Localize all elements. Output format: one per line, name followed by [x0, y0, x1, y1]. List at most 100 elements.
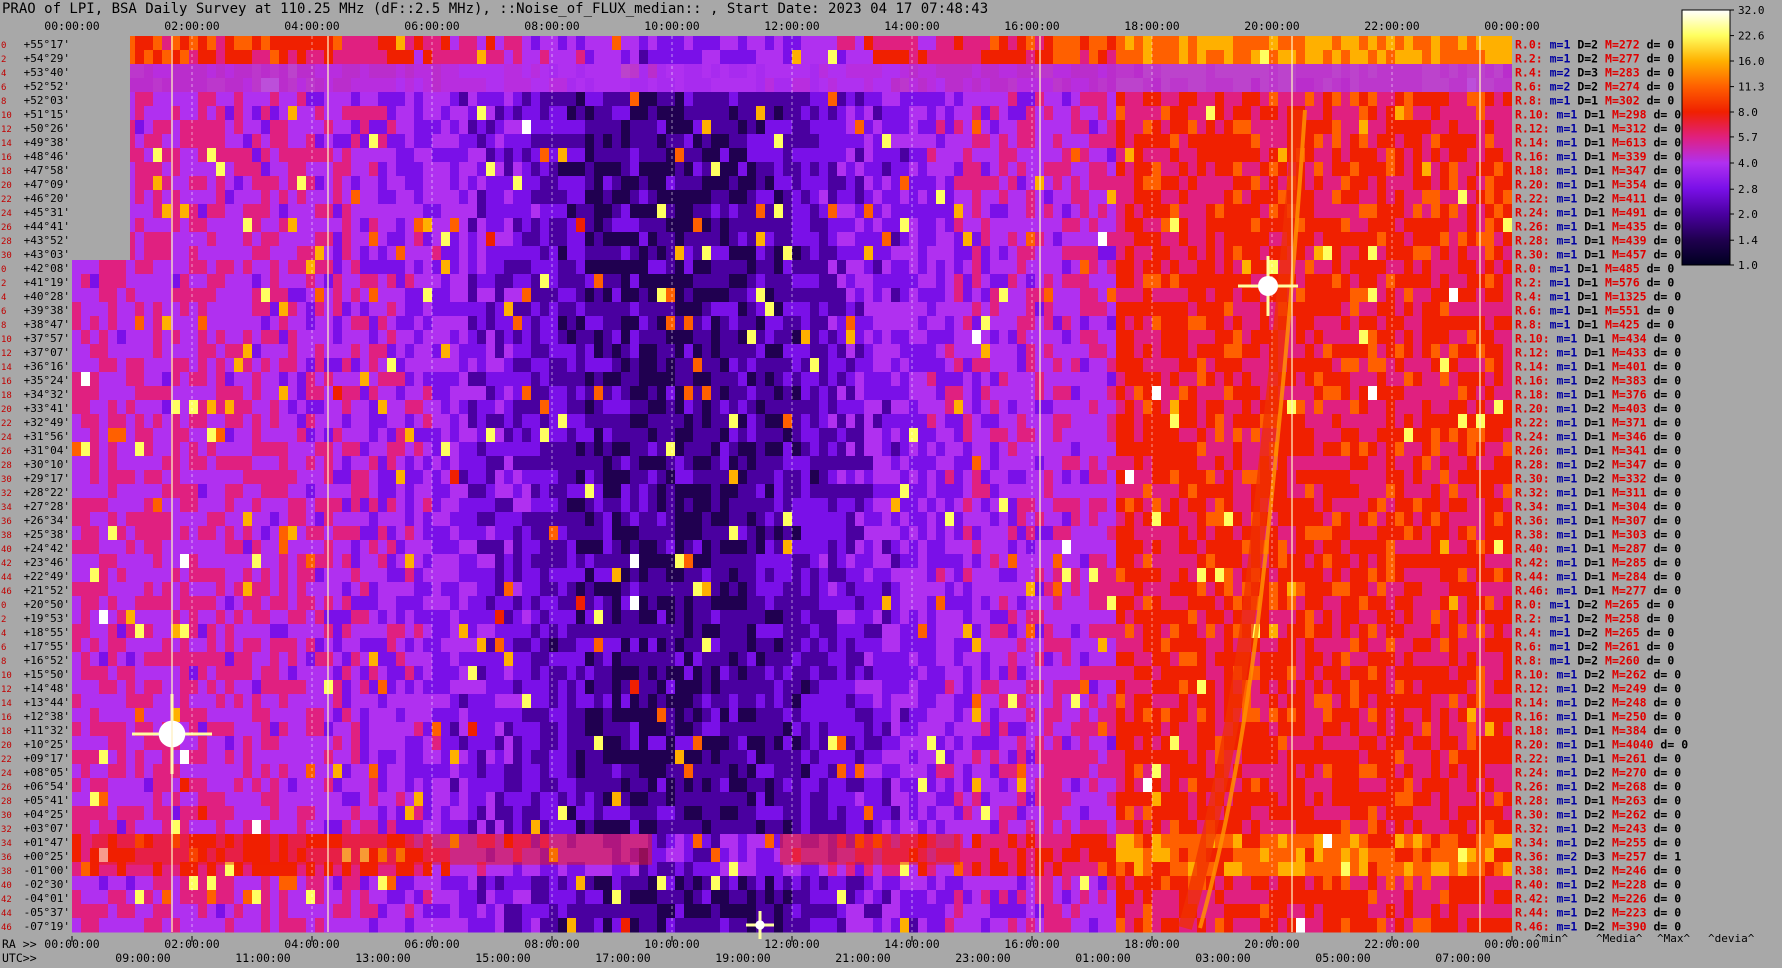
- stat-row: R.42: m=1 D=1 M=285 d= 0: [1515, 556, 1681, 570]
- declination-label: +28°22': [24, 486, 70, 499]
- declination-label: -07°19': [24, 920, 70, 933]
- colorbar-tick: 1.0: [1738, 259, 1758, 272]
- declination-label: +09°17': [24, 752, 70, 765]
- declination-label: -01°00': [24, 864, 70, 877]
- beam-number: 32: [1, 825, 12, 835]
- stat-row: R.28: m=1 D=2 M=347 d= 0: [1515, 458, 1681, 472]
- declination-label: +06°54': [24, 780, 70, 793]
- declination-label: +46°20': [24, 192, 70, 205]
- beam-number: 24: [1, 209, 12, 219]
- stat-row: R.40: m=1 D=1 M=287 d= 0: [1515, 542, 1681, 556]
- beam-number: 4: [1, 629, 6, 639]
- beam-number: 40: [1, 545, 12, 555]
- bright-band-equator-left: [92, 834, 652, 865]
- declination-label: +52°03': [24, 94, 70, 107]
- declination-label: +52°52': [24, 80, 70, 93]
- stat-row: R.4: m=1 D=1 M=1325 d= 0: [1515, 290, 1681, 304]
- declination-label: +41°19': [24, 276, 70, 289]
- beam-number: 20: [1, 405, 12, 415]
- beam-number: 34: [1, 503, 12, 513]
- beam-number: 6: [1, 643, 6, 653]
- declination-label: +17°55': [24, 640, 70, 653]
- beam-number: 34: [1, 839, 12, 849]
- declination-label: +43°03': [24, 248, 70, 261]
- utc-prefix: UTC>>: [2, 951, 37, 965]
- beam-number: 26: [1, 447, 12, 457]
- declination-label: +37°07': [24, 346, 70, 359]
- x-tick-top: 16:00:00: [1004, 19, 1059, 33]
- utc-tick: 13:00:00: [355, 951, 410, 965]
- declination-label: +36°16': [24, 360, 70, 373]
- colorbar-tick: 4.0: [1738, 157, 1758, 170]
- declination-label: +01°47': [24, 836, 70, 849]
- beam-number: 0: [1, 41, 6, 51]
- beam-number: 28: [1, 461, 12, 471]
- x-tick-top: 00:00:00: [44, 19, 99, 33]
- ra-prefix: RA >>: [2, 937, 37, 951]
- stat-row: R.22: m=1 D=1 M=261 d= 0: [1515, 752, 1681, 766]
- declination-label: +14°48': [24, 682, 70, 695]
- beam-number: 18: [1, 167, 12, 177]
- beam-number: 30: [1, 811, 12, 821]
- stat-row: R.24: m=1 D=1 M=491 d= 0: [1515, 206, 1681, 220]
- beam-number: 44: [1, 573, 12, 583]
- x-tick-top: 08:00:00: [524, 19, 579, 33]
- declination-label: -05°37': [24, 906, 70, 919]
- x-tick-top: 18:00:00: [1124, 19, 1179, 33]
- declination-label: +24°42': [24, 542, 70, 555]
- stat-row: R.12: m=1 D=1 M=433 d= 0: [1515, 346, 1681, 360]
- declination-label: +21°52': [24, 584, 70, 597]
- beam-number: 32: [1, 489, 12, 499]
- beam-number: 40: [1, 881, 12, 891]
- stat-row: R.16: m=1 D=2 M=383 d= 0: [1515, 374, 1681, 388]
- beam-number: 8: [1, 657, 6, 667]
- utc-tick: 19:00:00: [715, 951, 770, 965]
- beam-number: 46: [1, 587, 12, 597]
- beam-number: 0: [1, 265, 6, 275]
- stat-row: R.44: m=1 D=1 M=284 d= 0: [1515, 570, 1681, 584]
- declination-label: -04°01': [24, 892, 70, 905]
- x-tick-top: 02:00:00: [164, 19, 219, 33]
- declination-label: +19°53': [24, 612, 70, 625]
- beam-number: 2: [1, 615, 6, 625]
- stat-row: R.8: m=1 D=1 M=302 d= 0: [1515, 94, 1674, 108]
- stat-row: R.0: m=1 D=2 M=265 d= 0: [1515, 598, 1674, 612]
- stat-row: R.8: m=1 D=2 M=260 d= 0: [1515, 654, 1674, 668]
- utc-tick: 03:00:00: [1195, 951, 1250, 965]
- stat-row: R.36: m=1 D=1 M=307 d= 0: [1515, 514, 1681, 528]
- beam-number: 20: [1, 181, 12, 191]
- stat-row: R.26: m=1 D=1 M=435 d= 0: [1515, 220, 1681, 234]
- declination-label: +13°44': [24, 696, 70, 709]
- stat-row: R.4: m=1 D=2 M=265 d= 0: [1515, 626, 1674, 640]
- beam-number: 24: [1, 769, 12, 779]
- declination-label: +18°55': [24, 626, 70, 639]
- declination-label: +23°46': [24, 556, 70, 569]
- declination-label: +08°05': [24, 766, 70, 779]
- beam-number: 4: [1, 293, 6, 303]
- chart-canvas: 00:00:00 02:00:00 04:00:00 06:00:00 08:00:00…: [1, 4, 1765, 965]
- utc-tick: 09:00:00: [115, 951, 170, 965]
- stat-row: R.4: m=2 D=3 M=283 d= 0: [1515, 66, 1674, 80]
- beam-number: 20: [1, 741, 12, 751]
- stat-row: R.2: m=1 D=2 M=258 d= 0: [1515, 612, 1674, 626]
- colorbar-tick: 22.6: [1738, 30, 1765, 43]
- beam-number: 12: [1, 349, 12, 359]
- beam-number: 46: [1, 923, 12, 933]
- colorbar-tick: 8.0: [1738, 106, 1758, 119]
- beam-number: 30: [1, 475, 12, 485]
- legend-label: ^Media^: [1596, 932, 1643, 945]
- stat-row: R.38: m=1 D=2 M=246 d= 0: [1515, 864, 1681, 878]
- declination-label: +15°50': [24, 668, 70, 681]
- stat-row: R.10: m=1 D=1 M=434 d= 0: [1515, 332, 1681, 346]
- stat-row: R.32: m=1 D=1 M=311 d= 0: [1515, 486, 1681, 500]
- x-tick-top: 12:00:00: [764, 19, 819, 33]
- legend-label: ^Max^: [1657, 932, 1690, 945]
- utc-tick: 17:00:00: [595, 951, 650, 965]
- colorbar-tick: 2.0: [1738, 208, 1758, 221]
- declination-label: +44°41': [24, 220, 70, 233]
- beam-number: 16: [1, 713, 12, 723]
- colorbar-tick: 11.3: [1738, 81, 1765, 94]
- stat-row: R.42: m=1 D=2 M=226 d= 0: [1515, 892, 1681, 906]
- stat-row: R.18: m=1 D=1 M=347 d= 0: [1515, 164, 1681, 178]
- declination-label: +11°32': [24, 724, 70, 737]
